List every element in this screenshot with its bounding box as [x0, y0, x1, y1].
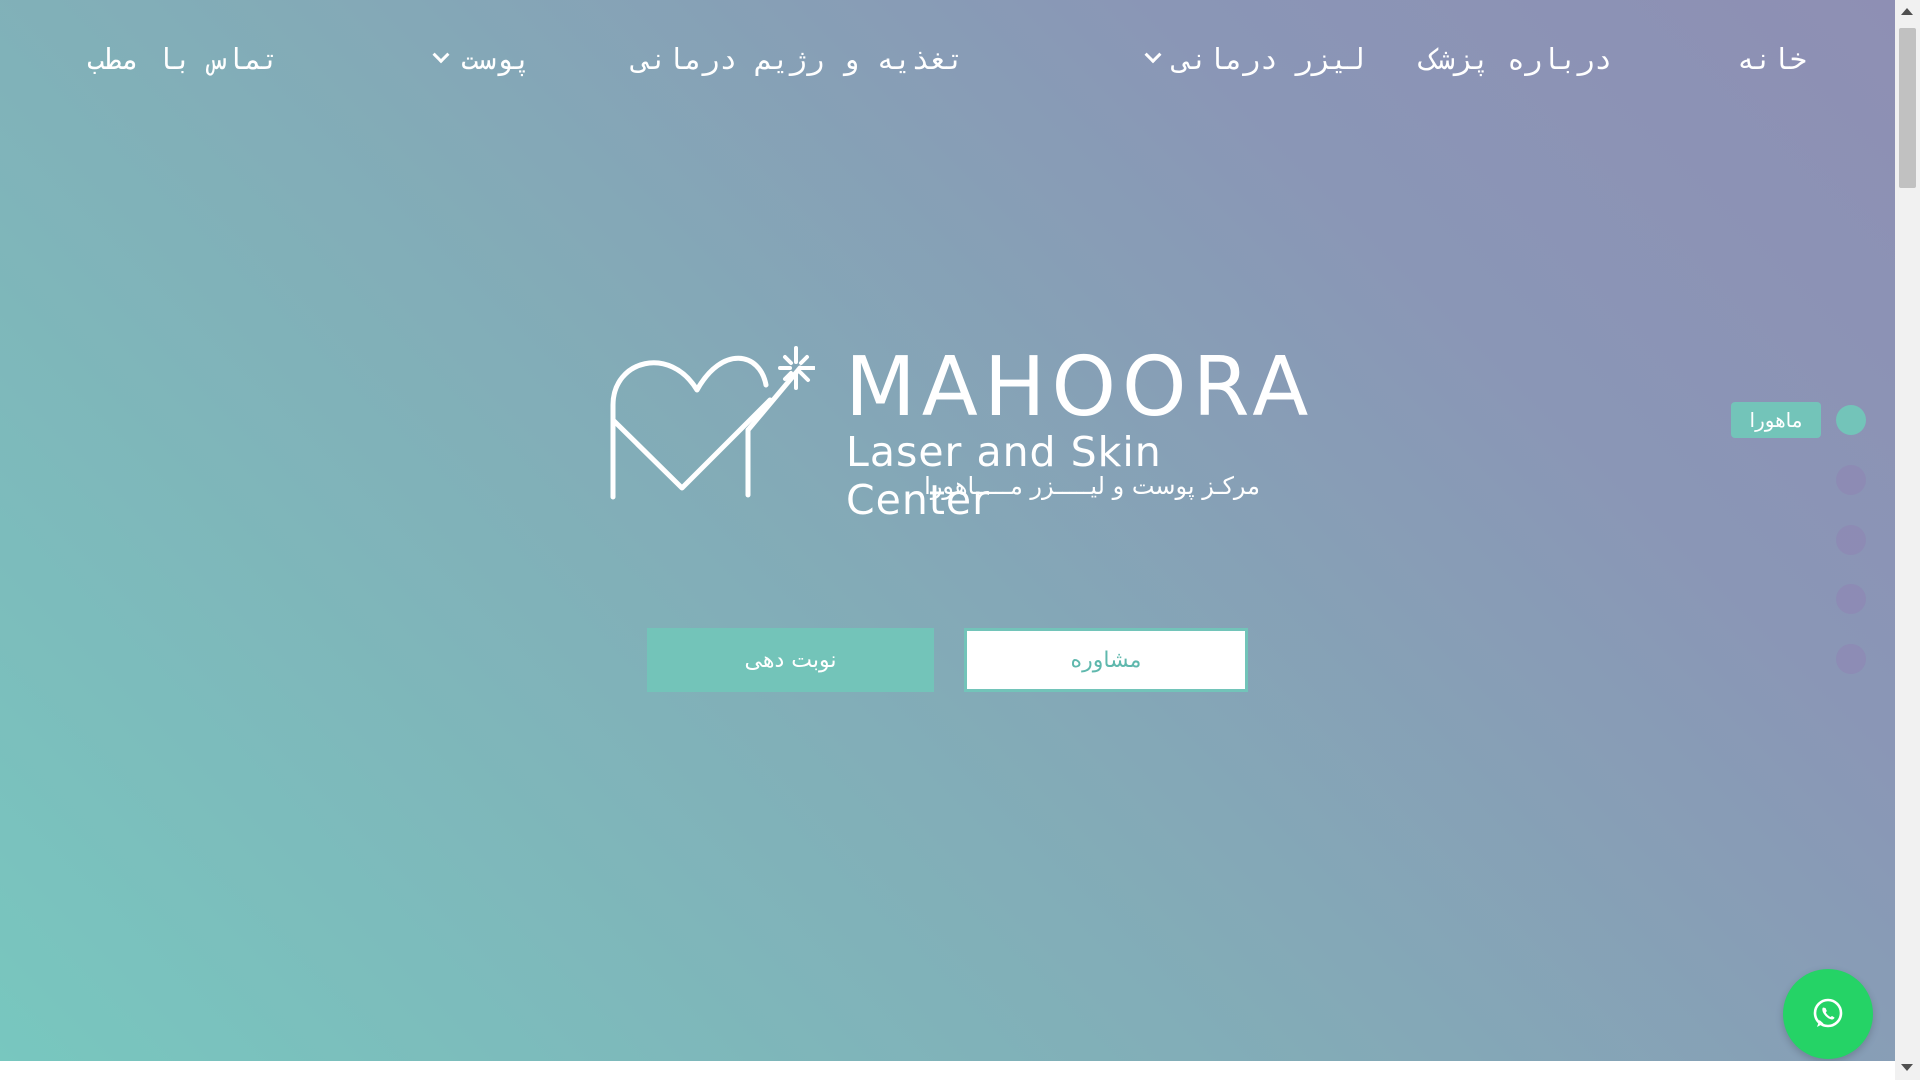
- scrollbar-thumb[interactable]: [1899, 28, 1916, 188]
- nav-item-label: لیزر درمانی: [1172, 42, 1365, 76]
- vertical-scrollbar[interactable]: [1895, 0, 1920, 1080]
- section-nav-active-label: ماهورا: [1731, 402, 1821, 438]
- brand-logo: MAHOORA Laser and Skin Center مرکـز پوست…: [600, 330, 1308, 524]
- section-nav-dot-5[interactable]: [1836, 644, 1866, 674]
- nav-item-home[interactable]: خانه: [1737, 42, 1807, 76]
- section-nav-dot-1[interactable]: [1836, 405, 1866, 435]
- chevron-down-icon: [432, 46, 450, 64]
- nav-item-skin[interactable]: پوست: [432, 42, 531, 76]
- nav-item-label: تماس با مطب: [86, 42, 279, 76]
- heart-wand-logo-icon: [610, 346, 815, 500]
- nav-item-label: پوست: [461, 42, 531, 76]
- scroll-down-arrow-icon[interactable]: [1901, 1064, 1913, 1071]
- section-nav-dot-3[interactable]: [1836, 525, 1866, 555]
- nav-item-laser-therapy[interactable]: لیزر درمانی: [1144, 42, 1365, 76]
- chevron-down-icon: [1144, 46, 1162, 64]
- brand-persian-name: مرکـز پوست و لیـــــزر مـــــاهورا: [924, 472, 1260, 500]
- booking-button-label: نوبت دهی: [744, 647, 837, 673]
- nav-item-label: درباره پزشک: [1419, 42, 1612, 76]
- scroll-up-arrow-icon[interactable]: [1901, 8, 1913, 15]
- whatsapp-icon: [1813, 998, 1843, 1028]
- section-nav-dot-2[interactable]: [1836, 465, 1866, 495]
- brand-name: MAHOORA: [845, 340, 1315, 435]
- nav-item-about-doctor[interactable]: درباره پزشک: [1420, 42, 1612, 76]
- main-navigation: خانه درباره پزشک لیزر درمانی تغذیه و رژی…: [0, 0, 1895, 125]
- booking-button[interactable]: نوبت دهی: [647, 628, 934, 692]
- section-nav-dot-4[interactable]: [1836, 584, 1866, 614]
- nav-item-nutrition[interactable]: تغذیه و رژیم درمانی: [632, 42, 964, 76]
- nav-item-contact[interactable]: تماس با مطب: [87, 42, 279, 76]
- consultation-button-label: مشاوره: [1070, 647, 1142, 673]
- consultation-button[interactable]: مشاوره: [964, 628, 1248, 692]
- nav-item-label: خانه: [1737, 42, 1807, 76]
- hero-section: خانه درباره پزشک لیزر درمانی تغذیه و رژی…: [0, 0, 1895, 1061]
- nav-item-label: تغذیه و رژیم درمانی: [632, 42, 964, 76]
- whatsapp-button[interactable]: [1783, 969, 1873, 1059]
